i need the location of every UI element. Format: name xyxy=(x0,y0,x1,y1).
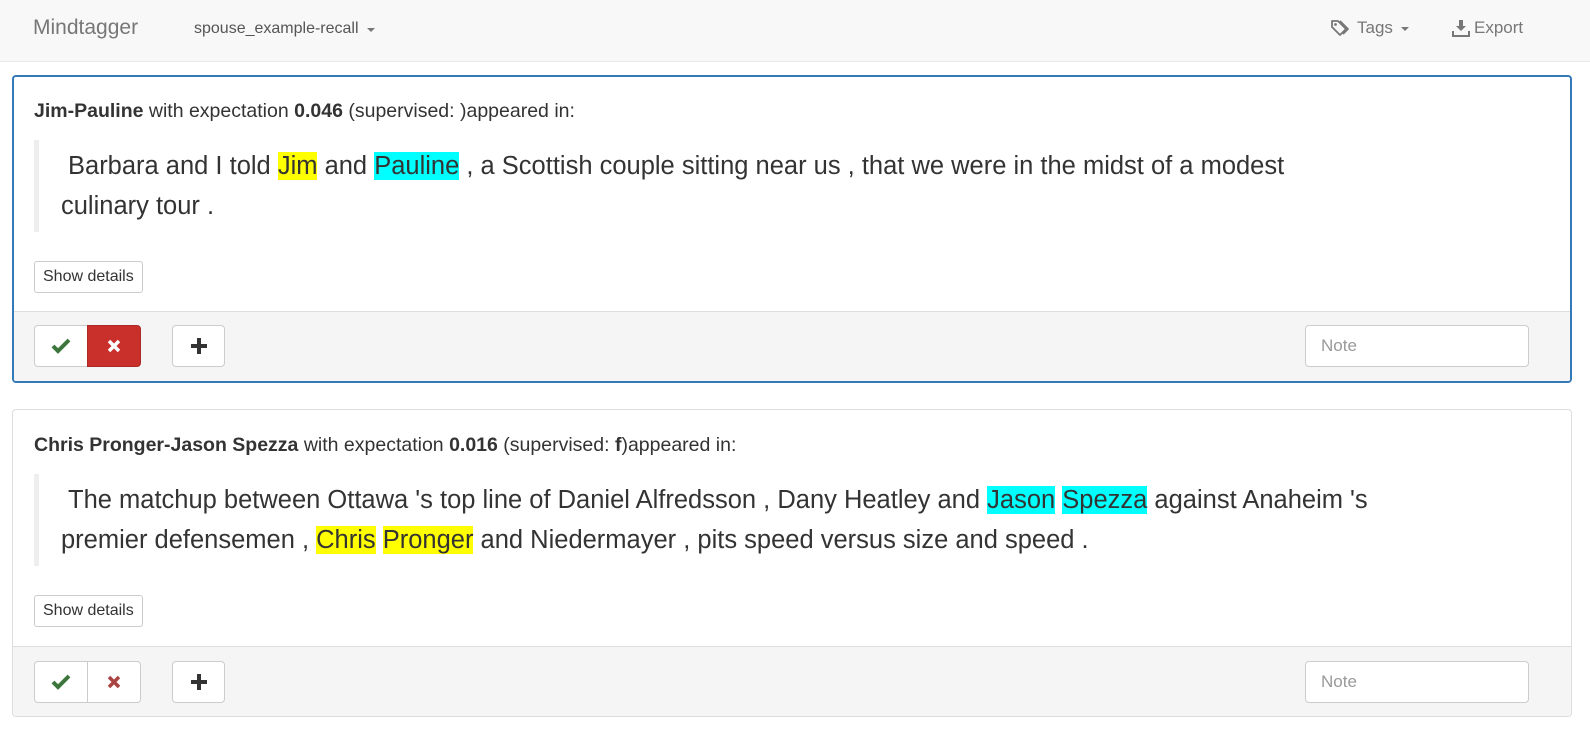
mention-person1: Pronger xyxy=(382,526,474,554)
download-icon xyxy=(1452,20,1470,37)
mention-person1: Chris xyxy=(316,526,376,554)
candidate-card[interactable]: Chris Pronger-Jason Spezza with expectat… xyxy=(12,409,1572,717)
false-button[interactable] xyxy=(87,325,141,367)
expectation-value: 0.046 xyxy=(294,100,343,122)
plus-icon xyxy=(190,338,207,354)
checkmark-icon xyxy=(51,338,71,354)
sentence-quote: The matchup between Ottawa 's top line o… xyxy=(34,474,1524,566)
tags-label: Tags xyxy=(1357,18,1393,37)
card-footer xyxy=(14,311,1570,381)
label-button-group xyxy=(34,661,141,703)
export-label: Export xyxy=(1474,18,1524,37)
tags-dropdown[interactable]: Tags xyxy=(1331,18,1409,38)
note-input[interactable] xyxy=(1305,661,1529,703)
card-footer xyxy=(13,646,1571,716)
caret-down-icon xyxy=(366,28,375,32)
true-button[interactable] xyxy=(34,661,88,703)
plus-icon xyxy=(190,674,207,690)
mention-person2: Jason xyxy=(987,486,1056,514)
mention-person2: Spezza xyxy=(1062,486,1148,514)
sentence-quote: Barbara and I told Jim and Pauline , a S… xyxy=(34,140,1524,232)
task-name: spouse_example-recall xyxy=(194,20,359,37)
candidate-heading: Jim-Pauline with expectation 0.046 (supe… xyxy=(34,100,575,122)
add-tag-button[interactable] xyxy=(172,325,225,367)
caret-down-icon xyxy=(1400,27,1409,31)
show-details-button[interactable]: Show details xyxy=(34,595,143,627)
note-input[interactable] xyxy=(1305,325,1529,367)
candidate-card[interactable]: Jim-Pauline with expectation 0.046 (supe… xyxy=(12,75,1572,383)
card-body: Jim-Pauline with expectation 0.046 (supe… xyxy=(14,77,1570,313)
pair-name: Chris Pronger-Jason Spezza xyxy=(34,434,299,456)
true-button[interactable] xyxy=(34,325,88,367)
expectation-value: 0.016 xyxy=(449,434,498,456)
navbar: Mindtagger spouse_example-recall Tags Ex… xyxy=(0,0,1590,62)
pair-name: Jim-Pauline xyxy=(34,100,144,122)
mention-person1: Jim xyxy=(277,152,318,180)
checkmark-icon xyxy=(51,674,71,690)
candidate-heading: Chris Pronger-Jason Spezza with expectat… xyxy=(34,434,737,456)
false-button[interactable] xyxy=(87,661,141,703)
card-body: Chris Pronger-Jason Spezza with expectat… xyxy=(13,410,1571,647)
add-tag-button[interactable] xyxy=(172,661,225,703)
task-dropdown[interactable]: spouse_example-recall xyxy=(194,20,375,38)
tags-icon xyxy=(1331,20,1349,36)
times-icon xyxy=(107,339,121,353)
brand[interactable]: Mindtagger xyxy=(33,16,138,40)
times-icon xyxy=(107,675,121,689)
export-button[interactable]: Export xyxy=(1452,18,1523,38)
show-details-button[interactable]: Show details xyxy=(34,261,143,293)
mention-person2: Pauline xyxy=(374,152,460,180)
label-button-group xyxy=(34,325,141,367)
